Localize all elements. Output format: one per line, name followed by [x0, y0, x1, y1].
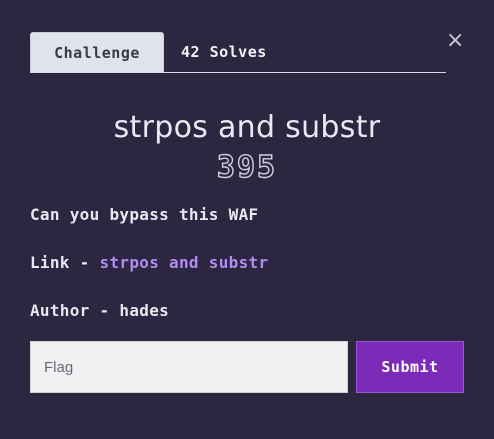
challenge-tabs: Challenge 42 Solves [30, 30, 446, 73]
challenge-modal: Challenge 42 Solves × strpos and substr … [0, 0, 494, 439]
challenge-points: 395 [216, 149, 278, 185]
challenge-link-line: Link - strpos and substr [30, 253, 268, 272]
challenge-author: Author - hades [30, 301, 170, 320]
close-icon[interactable]: × [446, 30, 464, 52]
challenge-title: strpos and substr [113, 110, 381, 145]
challenge-link[interactable]: strpos and substr [100, 253, 269, 272]
flag-input[interactable] [30, 341, 348, 393]
tab-challenge[interactable]: Challenge [30, 32, 164, 72]
challenge-description: Can you bypass this WAF [30, 205, 259, 224]
link-prefix: Link - [30, 253, 100, 272]
submit-button[interactable]: Submit [356, 341, 464, 393]
tab-solves[interactable]: 42 Solves [164, 32, 281, 72]
